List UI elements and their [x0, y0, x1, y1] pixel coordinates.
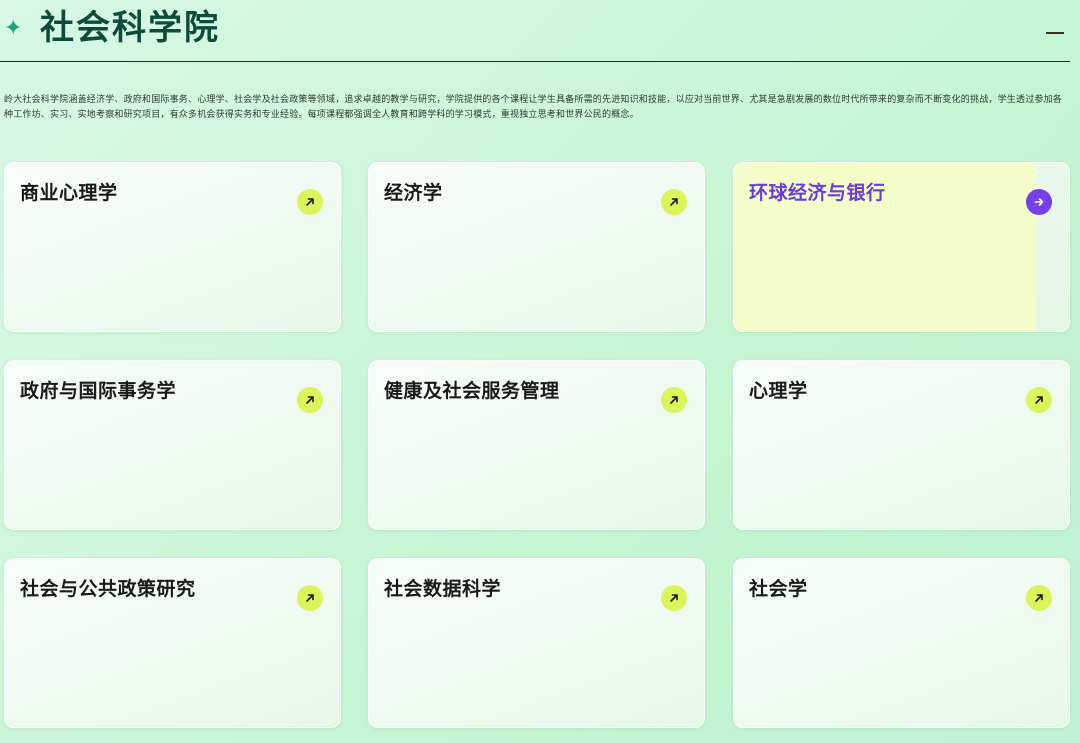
program-card-global-economics-banking[interactable]: 环球经济与银行 — [733, 162, 1070, 332]
program-card-title: 心理学 — [749, 380, 808, 402]
program-card-title: 商业心理学 — [20, 182, 118, 204]
arrow-up-right-icon[interactable] — [661, 189, 687, 215]
page-title: 社会科学院 — [40, 8, 220, 48]
program-card-title: 政府与国际事务学 — [20, 380, 177, 402]
sparkle-star-icon: ✦ — [4, 16, 23, 41]
arrow-up-right-icon[interactable] — [1026, 585, 1052, 611]
program-card-business-psychology[interactable]: 商业心理学 — [4, 162, 341, 332]
program-card-health-social-services[interactable]: 健康及社会服务管理 — [368, 360, 705, 530]
page-header: ✦ 社会科学院 — [0, 0, 1070, 62]
arrow-up-right-icon[interactable] — [1026, 387, 1052, 413]
arrow-right-icon[interactable] — [1026, 189, 1052, 215]
program-card-title: 健康及社会服务管理 — [384, 380, 560, 402]
collapse-button[interactable] — [1034, 14, 1070, 50]
program-card-social-public-policy[interactable]: 社会与公共政策研究 — [4, 558, 341, 728]
program-card-psychology[interactable]: 心理学 — [733, 360, 1070, 530]
program-card-government-international-affairs[interactable]: 政府与国际事务学 — [4, 360, 341, 530]
faculty-description: 岭大社会科学院涵盖经济学、政府和国际事务、心理学、社会学及社会政策等领域，追求卓… — [4, 95, 1063, 120]
program-card-title: 社会数据科学 — [384, 578, 502, 600]
program-card-title: 环球经济与银行 — [749, 182, 886, 204]
arrow-up-right-icon[interactable] — [661, 387, 687, 413]
arrow-up-right-icon[interactable] — [297, 585, 323, 611]
program-card-economics[interactable]: 经济学 — [368, 162, 705, 332]
program-card-title: 社会与公共政策研究 — [20, 578, 196, 600]
program-card-title: 经济学 — [384, 182, 443, 204]
arrow-up-right-icon[interactable] — [661, 585, 687, 611]
program-card-social-data-science[interactable]: 社会数据科学 — [368, 558, 705, 728]
program-card-title: 社会学 — [749, 578, 808, 600]
program-card-sociology[interactable]: 社会学 — [733, 558, 1070, 728]
arrow-up-right-icon[interactable] — [297, 387, 323, 413]
minus-icon — [1046, 32, 1064, 34]
arrow-up-right-icon[interactable] — [297, 189, 323, 215]
